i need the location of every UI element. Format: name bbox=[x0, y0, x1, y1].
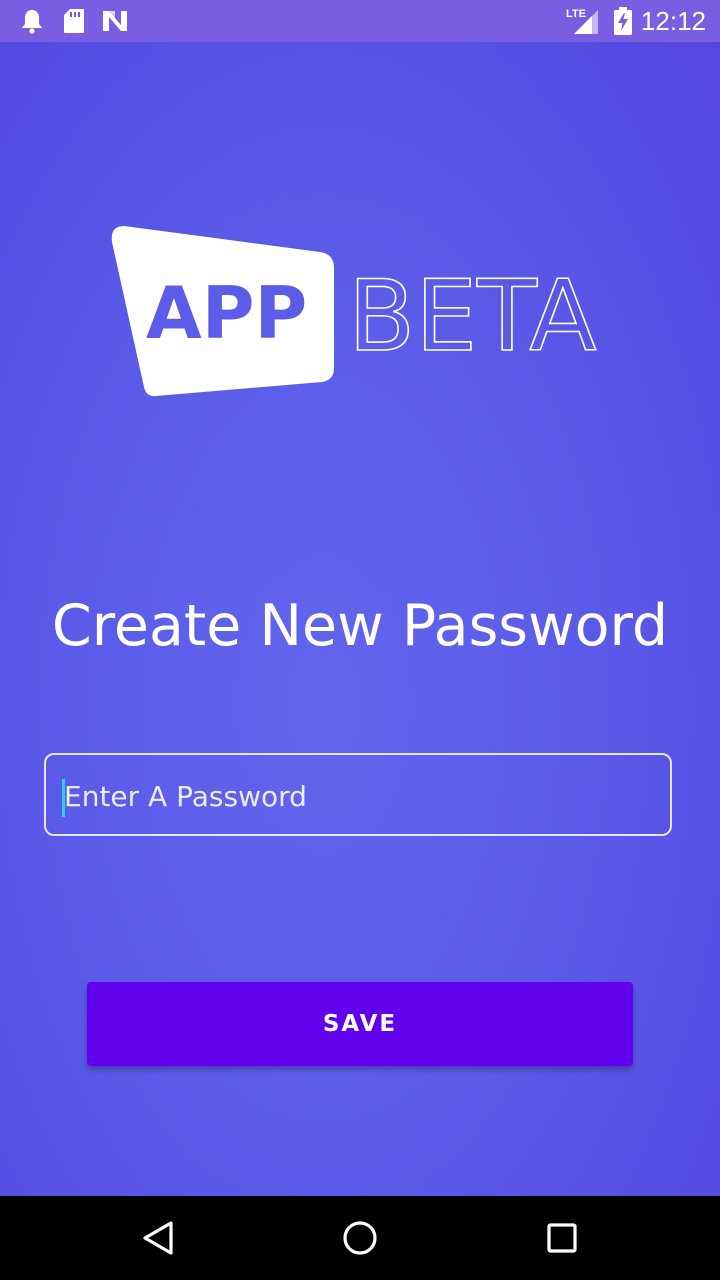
password-placeholder: Enter A Password bbox=[64, 780, 307, 813]
page-title: Create New Password bbox=[51, 593, 669, 659]
status-bar: LTE 12:12 bbox=[0, 0, 720, 42]
home-icon[interactable] bbox=[300, 1196, 420, 1280]
notification-bell-icon bbox=[18, 0, 46, 42]
back-icon[interactable] bbox=[98, 1196, 218, 1280]
lte-signal-icon: LTE bbox=[566, 0, 602, 42]
app-beta-logo: APP BETA bbox=[110, 222, 610, 402]
n-logo-icon bbox=[100, 0, 130, 42]
status-time: 12:12 bbox=[640, 6, 706, 36]
logo-app-text: APP bbox=[146, 271, 307, 355]
logo-beta-text: BETA bbox=[348, 260, 596, 374]
network-label: LTE bbox=[566, 8, 586, 20]
save-button[interactable]: SAVE bbox=[87, 982, 633, 1066]
password-input[interactable]: Enter A Password bbox=[44, 753, 672, 836]
navigation-bar bbox=[0, 1196, 720, 1280]
battery-charging-icon bbox=[612, 0, 634, 42]
recents-icon[interactable] bbox=[502, 1196, 622, 1280]
screen: LTE 12:12 APP BETA Create New Password E… bbox=[0, 0, 720, 1280]
sd-card-icon bbox=[62, 0, 86, 42]
